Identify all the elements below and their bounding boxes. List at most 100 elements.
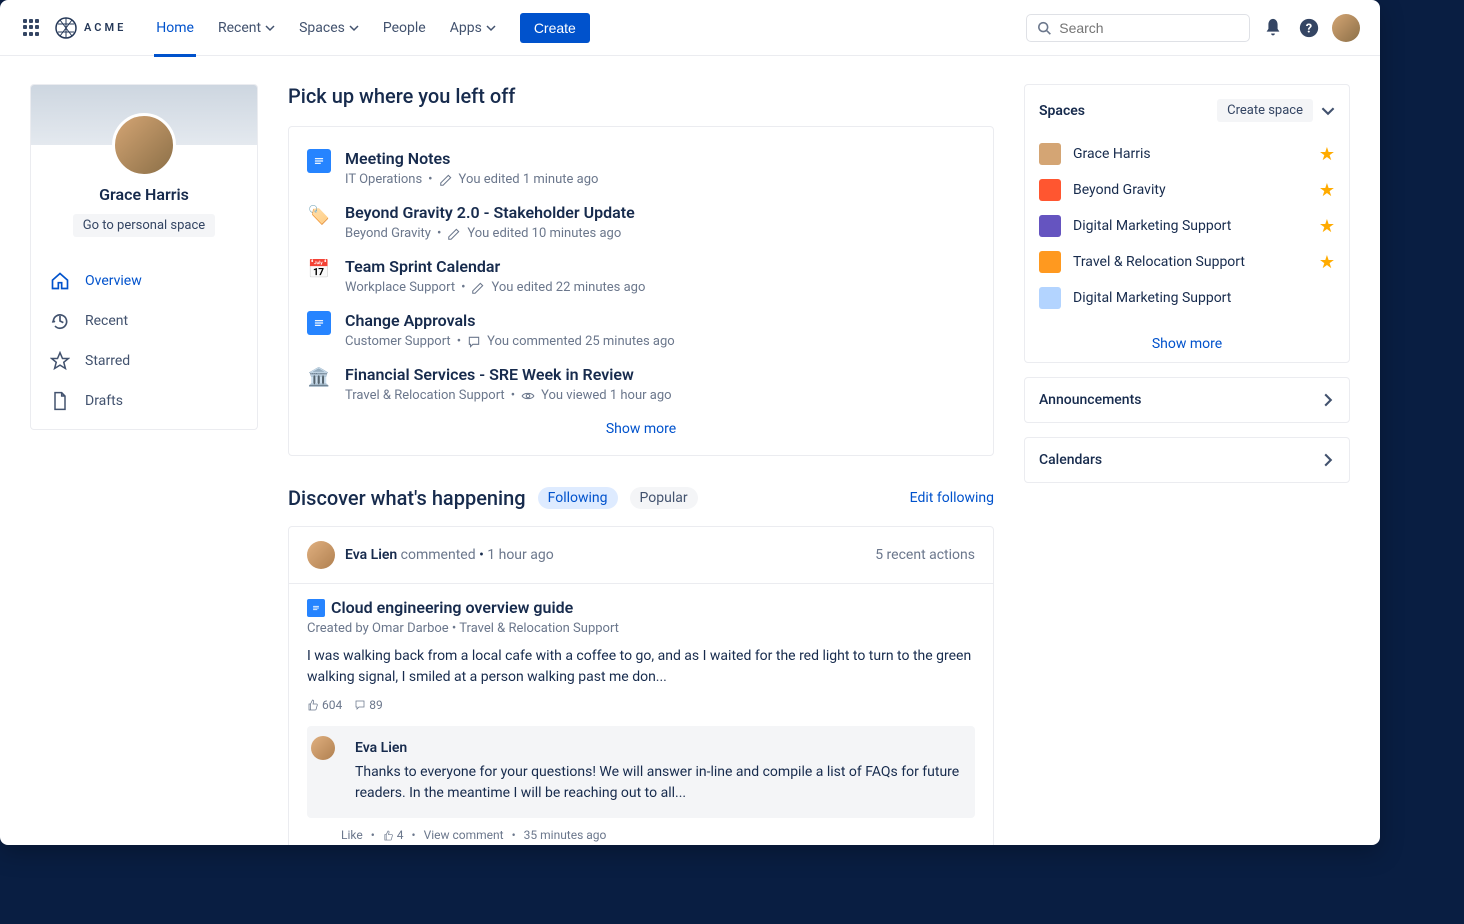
- sidenav-starred[interactable]: Starred: [39, 341, 249, 381]
- calendars-panel: Calendars: [1024, 437, 1350, 483]
- chevron-down-icon: [486, 23, 496, 33]
- doc-meta: Customer Support • You commented 25 minu…: [345, 334, 975, 349]
- feed-excerpt: I was walking back from a local cafe wit…: [307, 646, 975, 688]
- space-item[interactable]: Digital Marketing Support ★: [1039, 208, 1335, 244]
- personal-space-link[interactable]: Go to personal space: [73, 214, 215, 237]
- search-input[interactable]: [1059, 20, 1239, 36]
- doc-title[interactable]: Financial Services - SRE Week in Review: [345, 365, 975, 384]
- announcements-panel: Announcements: [1024, 377, 1350, 423]
- feed-card: Eva Lien commented • 1 hour ago 5 recent…: [288, 526, 994, 845]
- doc-title[interactable]: Change Approvals: [345, 311, 975, 330]
- page-icon: [307, 311, 331, 335]
- space-item[interactable]: Beyond Gravity ★: [1039, 172, 1335, 208]
- notifications-icon[interactable]: [1260, 15, 1286, 41]
- space-icon: [1039, 251, 1061, 273]
- doc-meta: Beyond Gravity • You edited 10 minutes a…: [345, 226, 975, 241]
- feed-head: Eva Lien commented • 1 hour ago 5 recent…: [289, 527, 993, 584]
- sidenav-drafts[interactable]: Drafts: [39, 381, 249, 421]
- announcements-toggle[interactable]: Announcements: [1025, 378, 1349, 422]
- comment-text: Thanks to everyone for your questions! W…: [355, 762, 961, 804]
- space-name: Beyond Gravity: [1073, 182, 1307, 198]
- search-box[interactable]: [1026, 14, 1250, 42]
- star-icon[interactable]: ★: [1319, 180, 1335, 201]
- discover-title: Discover what's happening: [288, 486, 526, 510]
- spaces-panel-title: Spaces: [1039, 103, 1085, 119]
- space-icon: [1039, 179, 1061, 201]
- doc-meta: IT Operations • You edited 1 minute ago: [345, 172, 975, 187]
- app-switcher-icon[interactable]: [20, 16, 44, 40]
- create-space-button[interactable]: Create space: [1217, 99, 1313, 122]
- feed-comment: Eva Lien Thanks to everyone for your que…: [307, 726, 975, 818]
- comment-like-button[interactable]: Like: [341, 828, 363, 842]
- doc-title[interactable]: Meeting Notes: [345, 149, 975, 168]
- nav-home[interactable]: Home: [146, 14, 204, 42]
- profile-card: Grace Harris Go to personal space Overvi…: [30, 84, 258, 430]
- pickup-item[interactable]: 🏛️ Financial Services - SRE Week in Revi…: [307, 357, 975, 411]
- pickup-item[interactable]: 📅 Team Sprint Calendar Workplace Support…: [307, 249, 975, 303]
- pickup-item[interactable]: Change Approvals Customer Support • You …: [307, 303, 975, 357]
- space-item[interactable]: Travel & Relocation Support ★: [1039, 244, 1335, 280]
- star-icon[interactable]: ★: [1319, 144, 1335, 165]
- document-icon: [49, 390, 71, 412]
- profile-avatar[interactable]: [1332, 14, 1360, 42]
- space-name: Grace Harris: [1073, 146, 1307, 162]
- sidenav-recent[interactable]: Recent: [39, 301, 249, 341]
- star-icon[interactable]: ★: [1319, 216, 1335, 237]
- clock-icon: [49, 310, 71, 332]
- emoji-icon: 📅: [307, 257, 331, 281]
- view-comment-link[interactable]: View comment: [424, 828, 504, 842]
- nav-recent[interactable]: Recent: [208, 14, 285, 42]
- spaces-show-more[interactable]: Show more: [1025, 326, 1349, 362]
- chevron-down-icon: [265, 23, 275, 33]
- comment-like-count[interactable]: 4: [383, 828, 404, 842]
- calendars-toggle[interactable]: Calendars: [1025, 438, 1349, 482]
- profile-name: Grace Harris: [43, 185, 245, 204]
- star-icon[interactable]: ★: [1319, 252, 1335, 273]
- help-icon[interactable]: ?: [1296, 15, 1322, 41]
- pickup-show-more[interactable]: Show more: [307, 411, 975, 441]
- comment-time: 35 minutes ago: [524, 828, 607, 842]
- profile-banner: [31, 85, 257, 145]
- search-icon: [1037, 20, 1051, 36]
- nav-people[interactable]: People: [373, 14, 436, 42]
- space-item[interactable]: Digital Marketing Support: [1039, 280, 1335, 316]
- space-item[interactable]: Grace Harris ★: [1039, 136, 1335, 172]
- feed-count: 5 recent actions: [875, 547, 975, 563]
- logo[interactable]: ACME: [54, 16, 126, 40]
- create-button[interactable]: Create: [520, 13, 590, 43]
- profile-avatar-large[interactable]: [112, 113, 176, 177]
- spaces-expand-button[interactable]: [1321, 104, 1335, 118]
- tab-popular[interactable]: Popular: [630, 487, 698, 509]
- spaces-panel: Spaces Create space Grace Harris ★ Beyon…: [1024, 84, 1350, 363]
- doc-meta: Travel & Relocation Support • You viewed…: [345, 388, 975, 403]
- pickup-title: Pick up where you left off: [288, 84, 994, 108]
- user-avatar[interactable]: [307, 541, 335, 569]
- space-icon: [1039, 287, 1061, 309]
- sidenav-overview[interactable]: Overview: [39, 261, 249, 301]
- doc-title[interactable]: Beyond Gravity 2.0 - Stakeholder Update: [345, 203, 975, 222]
- space-icon: [1039, 143, 1061, 165]
- page-icon: [307, 149, 331, 173]
- tab-following[interactable]: Following: [538, 487, 618, 509]
- feed-author[interactable]: Eva Lien: [345, 547, 397, 563]
- comment-avatar[interactable]: [311, 736, 335, 760]
- svg-text:?: ?: [1306, 21, 1312, 36]
- chevron-down-icon: [349, 23, 359, 33]
- home-icon: [49, 270, 71, 292]
- feed-doc-title[interactable]: Cloud engineering overview guide: [307, 598, 975, 617]
- star-icon: [49, 350, 71, 372]
- pickup-item[interactable]: Meeting Notes IT Operations • You edited…: [307, 141, 975, 195]
- comment-count[interactable]: 89: [354, 698, 382, 712]
- feed-doc-meta: Created by Omar Darboe • Travel & Reloca…: [307, 621, 975, 636]
- pickup-item[interactable]: 🏷️ Beyond Gravity 2.0 - Stakeholder Upda…: [307, 195, 975, 249]
- nav-spaces[interactable]: Spaces: [289, 14, 369, 42]
- comment-author[interactable]: Eva Lien: [355, 740, 961, 756]
- doc-meta: Workplace Support • You edited 22 minute…: [345, 280, 975, 295]
- doc-title[interactable]: Team Sprint Calendar: [345, 257, 975, 276]
- nav-apps[interactable]: Apps: [440, 14, 506, 42]
- logo-text: ACME: [84, 21, 126, 34]
- chevron-right-icon: [1321, 393, 1335, 407]
- like-count[interactable]: 604: [307, 698, 342, 712]
- chevron-right-icon: [1321, 453, 1335, 467]
- edit-following-link[interactable]: Edit following: [910, 490, 994, 506]
